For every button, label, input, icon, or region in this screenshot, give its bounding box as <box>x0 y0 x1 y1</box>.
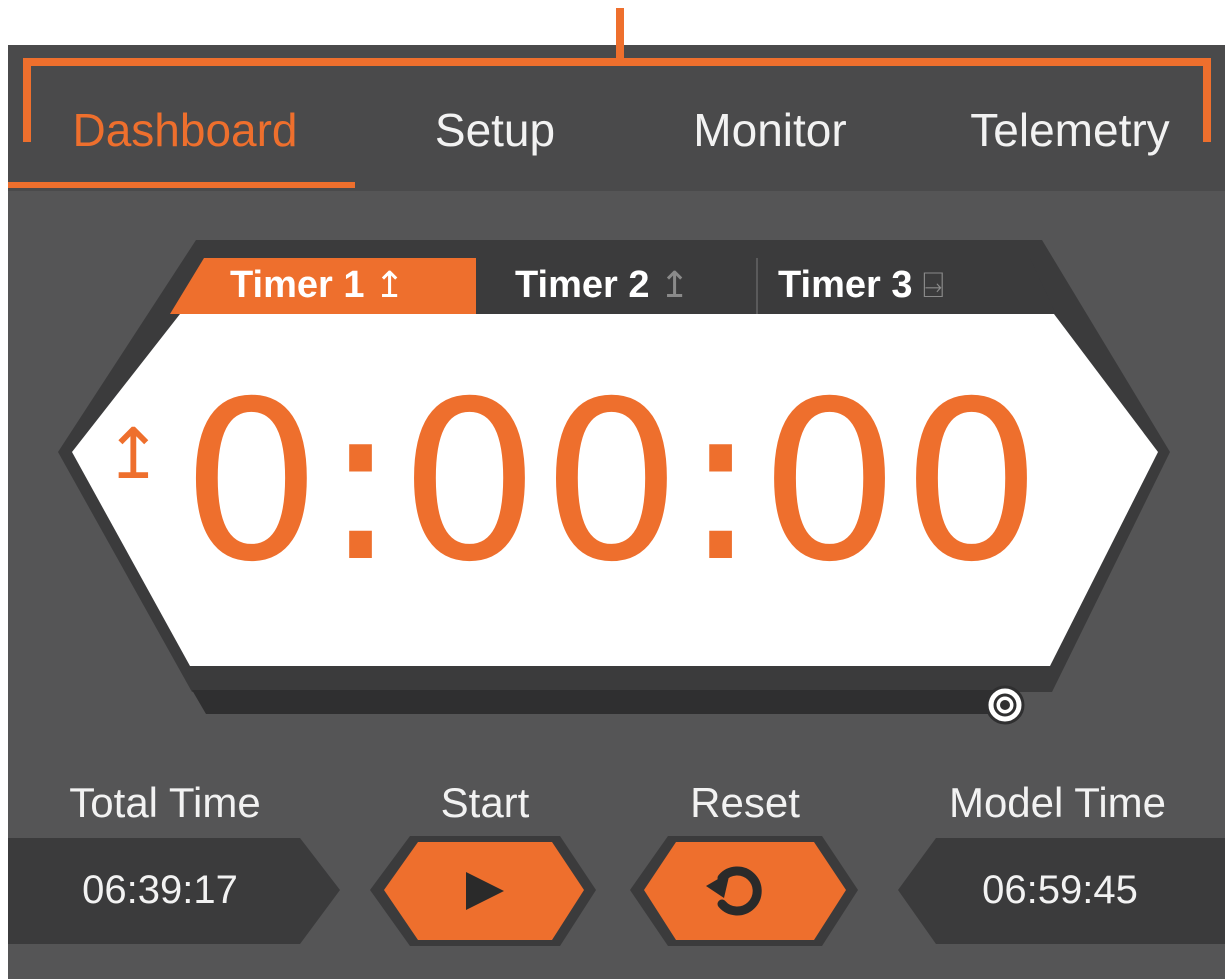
model-time-value: 06:59:45 <box>982 868 1138 912</box>
timer-tab-1[interactable]: Timer 1 ↥ <box>230 258 405 312</box>
start-button[interactable] <box>384 842 584 940</box>
timer-display: 0:00:00 <box>181 354 1044 610</box>
timer-tab-2-label: Timer 2 <box>515 264 650 306</box>
model-time-label: Model Time <box>948 779 1167 826</box>
reset-button[interactable] <box>644 842 846 940</box>
progress-track <box>192 690 1004 714</box>
timer-tab-1-label: Timer 1 <box>230 264 365 306</box>
total-time-label: Total Time <box>69 779 261 826</box>
timer-tab-3[interactable]: Timer 3 ⍈ <box>778 258 944 312</box>
progress-knob-center <box>1000 700 1010 710</box>
start-label: Start <box>440 779 530 826</box>
reset-label: Reset <box>690 779 800 826</box>
total-time-value: 06:39:17 <box>82 868 238 912</box>
count-down-icon: ⍈ <box>922 264 945 305</box>
count-up-icon: ↥ <box>659 264 690 305</box>
count-up-icon: ↥ <box>374 264 405 305</box>
timer-tab-2[interactable]: Timer 2 ↥ <box>515 258 690 312</box>
timer-tab-3-label: Timer 3 <box>778 264 913 306</box>
timer-tab-divider <box>756 258 758 314</box>
